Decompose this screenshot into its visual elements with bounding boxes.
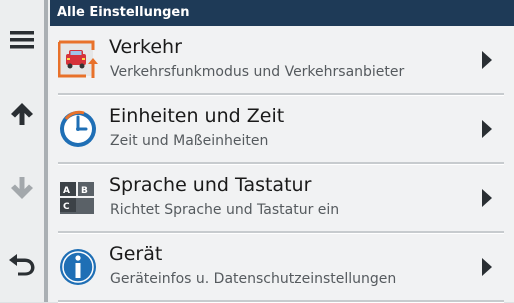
menu-button[interactable] xyxy=(0,10,44,70)
settings-list: Verkehr Verkehrsfunkmodus und Verkehrsan… xyxy=(50,26,514,303)
scroll-down-button[interactable] xyxy=(0,158,44,218)
chevron-right-icon xyxy=(482,189,492,207)
svg-text:B: B xyxy=(81,186,88,196)
info-icon xyxy=(60,249,96,285)
arrow-up-icon xyxy=(11,103,33,125)
item-subtitle: Zeit und Maßeinheiten xyxy=(110,133,269,149)
keyboard-icon: A B C xyxy=(60,182,94,214)
item-title: Einheiten und Zeit xyxy=(109,105,285,127)
item-subtitle: Richtet Sprache und Tastatur ein xyxy=(110,202,340,218)
item-title: Verkehr xyxy=(109,36,182,58)
arrow-down-icon xyxy=(11,177,33,199)
page-title: Alle Einstellungen xyxy=(50,0,514,26)
left-rail xyxy=(0,0,44,302)
chevron-right-icon xyxy=(482,120,492,138)
svg-text:A: A xyxy=(63,186,70,196)
clock-icon xyxy=(60,110,96,147)
item-subtitle: Verkehrsfunkmodus und Verkehrsanbieter xyxy=(110,64,405,80)
item-subtitle: Geräteinfos u. Datenschutzeinstellungen xyxy=(110,271,397,287)
list-item-units-time[interactable]: Einheiten und Zeit Zeit und Maßeinheiten xyxy=(50,95,514,163)
back-button[interactable] xyxy=(0,233,44,293)
menu-icon xyxy=(10,31,34,49)
back-icon xyxy=(9,254,35,276)
traffic-icon xyxy=(58,40,98,78)
list-item-traffic[interactable]: Verkehr Verkehrsfunkmodus und Verkehrsan… xyxy=(50,26,514,94)
item-title: Sprache und Tastatur xyxy=(109,174,312,196)
svg-text:C: C xyxy=(63,202,70,212)
chevron-right-icon xyxy=(482,51,492,69)
list-item-language-keyboard[interactable]: A B C Sprache und Tastatur Richtet Sprac… xyxy=(50,164,514,232)
scroll-up-button[interactable] xyxy=(0,84,44,144)
item-title: Gerät xyxy=(109,243,163,265)
list-item-device[interactable]: Gerät Geräteinfos u. Datenschutzeinstell… xyxy=(50,233,514,301)
chevron-right-icon xyxy=(482,258,492,276)
